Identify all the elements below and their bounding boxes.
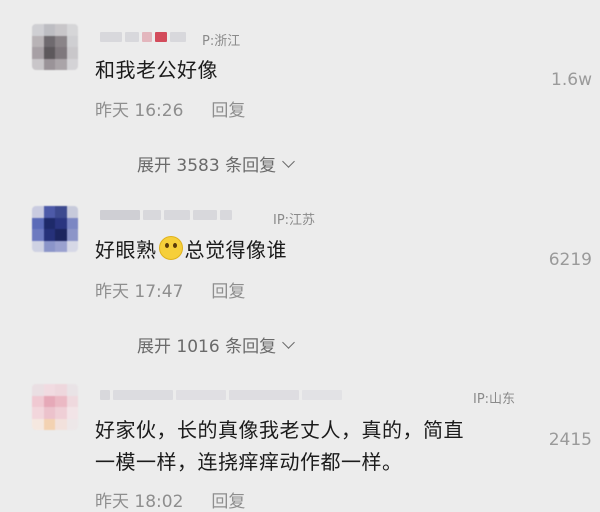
chevron-down-icon [282, 154, 295, 168]
ip-location: P:浙江 [202, 34, 241, 49]
comment-time: 昨天 18:02 [95, 492, 184, 512]
comment-text: 好眼熟 总觉得像谁 [95, 234, 287, 266]
ip-location: IP:山东 [473, 392, 516, 407]
comment-text-part: 好眼熟 [95, 238, 157, 262]
expand-replies-label: 展开 1016 条回复 [137, 337, 277, 357]
comment-meta: 昨天 17:47 回复 [95, 277, 245, 302]
comment-text-part: 总觉得像谁 [184, 238, 287, 262]
ip-location: IP:江苏 [273, 213, 316, 228]
like-count[interactable]: 1.6w [551, 70, 592, 90]
username-blurred[interactable] [100, 388, 360, 402]
comment-meta: 昨天 18:02 回复 [95, 487, 245, 512]
reply-button[interactable]: 回复 [211, 277, 245, 302]
username-blurred[interactable] [100, 30, 210, 44]
like-count[interactable]: 6219 [549, 250, 592, 270]
comment-meta: 昨天 16:26 回复 [95, 96, 245, 121]
expand-replies-label: 展开 3583 条回复 [137, 156, 277, 176]
comment-text: 好家伙，长的真像我老丈人，真的，简直 一模一样，连挠痒痒动作都一样。 [95, 414, 464, 478]
reply-button[interactable]: 回复 [211, 487, 245, 512]
comment-text-line: 好家伙，长的真像我老丈人，真的，简直 [95, 418, 464, 442]
avatar[interactable] [32, 24, 78, 70]
avatar[interactable] [32, 206, 78, 252]
like-count[interactable]: 2415 [549, 430, 592, 450]
expand-replies-button[interactable]: 展开 3583 条回复 [137, 151, 295, 176]
comment-time: 昨天 16:26 [95, 101, 184, 121]
avatar[interactable] [32, 384, 78, 430]
laughing-emoji-icon [158, 236, 183, 260]
reply-button[interactable]: 回复 [211, 96, 245, 121]
expand-replies-button[interactable]: 展开 1016 条回复 [137, 332, 295, 357]
comment-time: 昨天 17:47 [95, 282, 184, 302]
username-blurred[interactable] [100, 208, 250, 222]
comment-text: 和我老公好像 [95, 58, 218, 82]
chevron-down-icon [282, 335, 295, 349]
comment-text-line: 一模一样，连挠痒痒动作都一样。 [95, 450, 403, 474]
